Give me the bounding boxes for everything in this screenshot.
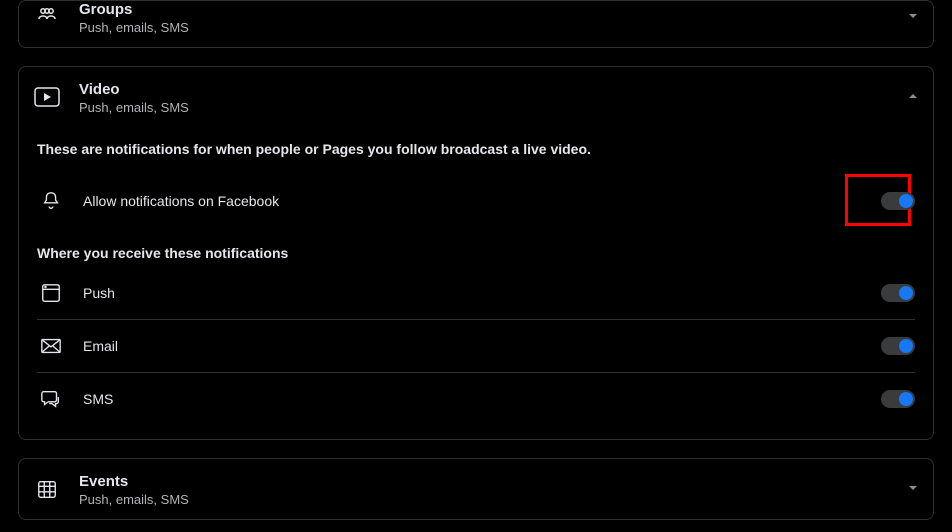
email-toggle[interactable]	[881, 337, 915, 355]
sms-label: SMS	[83, 391, 881, 407]
chevron-down-icon	[907, 481, 919, 493]
groups-subtitle: Push, emails, SMS	[79, 20, 907, 35]
chevron-up-icon	[907, 89, 919, 101]
events-title: Events	[79, 473, 907, 490]
groups-icon	[33, 3, 61, 31]
events-card[interactable]: Events Push, emails, SMS	[18, 458, 934, 520]
email-icon	[37, 332, 65, 360]
sms-row: SMS	[37, 373, 915, 425]
events-header-text: Events Push, emails, SMS	[79, 473, 907, 507]
push-toggle[interactable]	[881, 284, 915, 302]
events-header[interactable]: Events Push, emails, SMS	[19, 459, 933, 519]
video-subtitle: Push, emails, SMS	[79, 100, 907, 115]
events-subtitle: Push, emails, SMS	[79, 492, 907, 507]
sms-icon	[37, 385, 65, 413]
push-icon	[37, 279, 65, 307]
chevron-down-icon	[907, 9, 919, 21]
push-row: Push	[37, 267, 915, 320]
bell-icon	[37, 187, 65, 215]
video-title: Video	[79, 81, 907, 98]
groups-card[interactable]: Groups Push, emails, SMS	[18, 0, 934, 48]
calendar-icon	[33, 475, 61, 503]
video-description: These are notifications for when people …	[37, 141, 915, 157]
groups-header[interactable]: Groups Push, emails, SMS	[19, 1, 933, 47]
allow-notifications-row: Allow notifications on Facebook	[37, 175, 915, 227]
video-card: Video Push, emails, SMS These are notifi…	[18, 66, 934, 440]
allow-notifications-toggle[interactable]	[881, 192, 915, 210]
email-row: Email	[37, 320, 915, 373]
groups-header-text: Groups Push, emails, SMS	[79, 1, 907, 35]
video-icon	[33, 83, 61, 111]
allow-notifications-label: Allow notifications on Facebook	[83, 193, 881, 209]
push-label: Push	[83, 285, 881, 301]
video-body: These are notifications for when people …	[19, 141, 933, 439]
receive-heading: Where you receive these notifications	[37, 245, 915, 261]
video-header-text: Video Push, emails, SMS	[79, 81, 907, 115]
email-label: Email	[83, 338, 881, 354]
video-header[interactable]: Video Push, emails, SMS	[19, 67, 933, 127]
groups-title: Groups	[79, 1, 907, 18]
sms-toggle[interactable]	[881, 390, 915, 408]
